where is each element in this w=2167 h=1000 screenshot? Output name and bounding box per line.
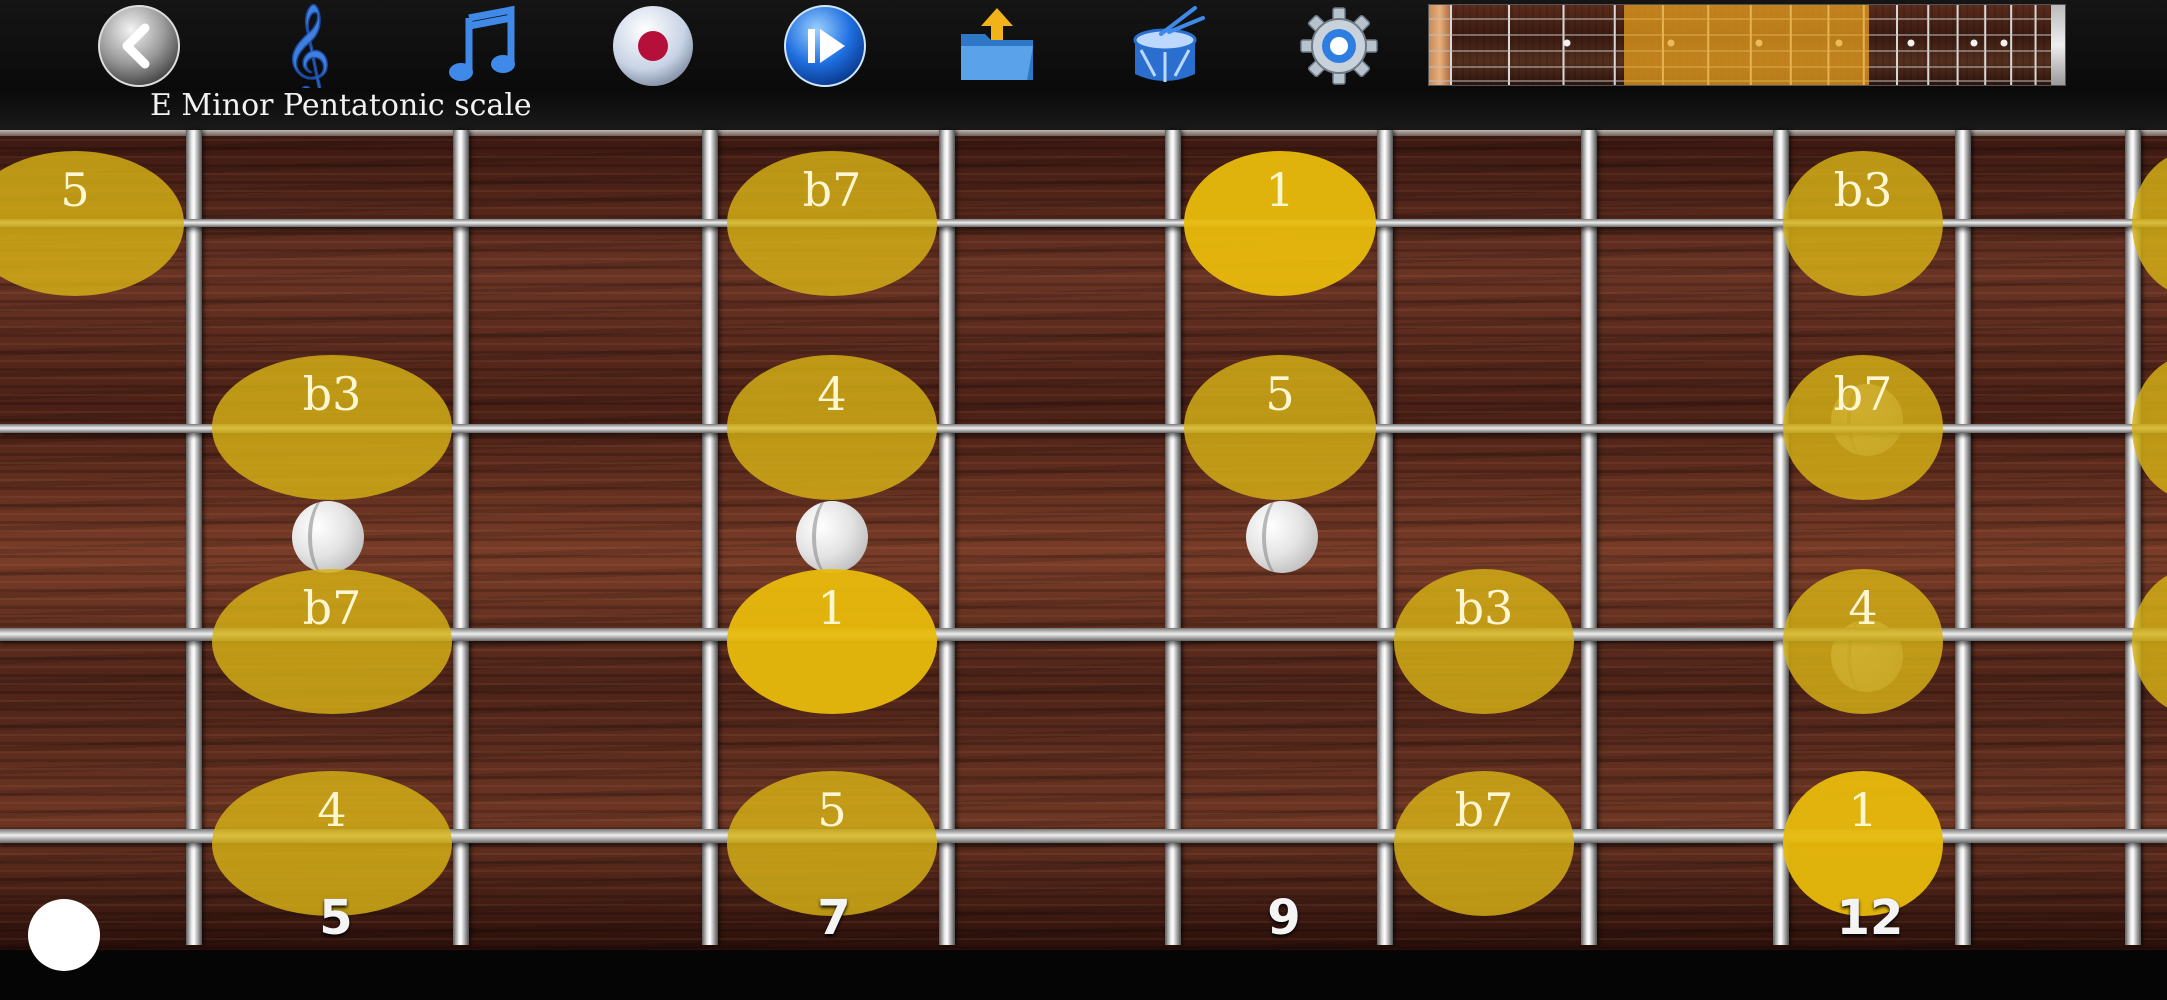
scale-note[interactable]: b3	[1394, 569, 1574, 714]
play-button[interactable]	[782, 3, 868, 89]
fret	[186, 130, 202, 945]
scale-note[interactable]: 4	[1783, 569, 1943, 714]
scale-note[interactable]: b7	[727, 151, 937, 296]
fret-number: 9	[1267, 890, 1301, 946]
scale-note-root[interactable]: 1	[1184, 151, 1376, 296]
mini-inlay	[2000, 39, 2008, 47]
mini-inlay	[1970, 39, 1978, 47]
fret-number: 12	[1836, 890, 1904, 946]
scale-note[interactable]: 4	[727, 355, 937, 500]
guitar-scale-app: 𝄞 E Minor Pentatonic scale 5 b7 1 b3 b3 …	[0, 0, 2167, 1000]
fret	[702, 130, 718, 945]
scale-note[interactable]: b7	[1394, 771, 1574, 916]
fret	[1581, 130, 1597, 945]
drum-icon	[1133, 6, 1205, 82]
scale-note[interactable]: b3	[1783, 151, 1943, 296]
folder-upload-icon	[961, 8, 1033, 80]
toolbar: 𝄞 E Minor Pentatonic scale	[0, 0, 2167, 130]
fret-number: 5	[319, 890, 353, 946]
neck-navigator-window[interactable]	[1624, 5, 1869, 85]
drum-button[interactable]	[1122, 3, 1208, 89]
play-icon	[784, 5, 866, 87]
fret-inlay	[292, 501, 364, 573]
record-icon	[613, 6, 693, 86]
scale-note[interactable]: b7	[1783, 355, 1943, 500]
menu-button[interactable]	[28, 899, 100, 971]
scale-note-root[interactable]: 1	[727, 569, 937, 714]
settings-button[interactable]	[1296, 3, 1382, 89]
fret	[939, 130, 955, 945]
fret-number: 7	[817, 890, 851, 946]
neck-navigator-scroll-handle[interactable]	[2051, 5, 2065, 85]
scale-title: E Minor Pentatonic scale	[150, 88, 532, 123]
svg-text:𝄞: 𝄞	[283, 4, 331, 88]
fret-inlay	[1246, 501, 1318, 573]
mini-inlay	[1563, 39, 1571, 47]
neck-navigator[interactable]	[1428, 4, 2066, 86]
fret	[1165, 130, 1181, 945]
fret	[1955, 130, 1971, 945]
mini-inlay	[1907, 39, 1915, 47]
record-button[interactable]	[610, 3, 696, 89]
scale-note[interactable]: 5	[1184, 355, 1376, 500]
scale-note[interactable]: b3	[212, 355, 452, 500]
open-folder-button[interactable]	[954, 3, 1040, 89]
back-button[interactable]	[96, 3, 182, 89]
fret	[1377, 130, 1393, 945]
notes-button[interactable]	[438, 3, 524, 89]
music-note-icon	[449, 5, 515, 81]
scale-select-button[interactable]: 𝄞	[264, 3, 350, 89]
scale-note[interactable]: b7	[212, 569, 452, 714]
fret	[453, 130, 469, 945]
chevron-left-icon	[98, 5, 180, 87]
fretboard-edge	[0, 130, 2167, 136]
bottom-bar	[0, 950, 2167, 1000]
fret-inlay	[796, 501, 868, 573]
treble-clef-icon: 𝄞	[282, 4, 332, 88]
gear-icon	[1300, 7, 1378, 85]
